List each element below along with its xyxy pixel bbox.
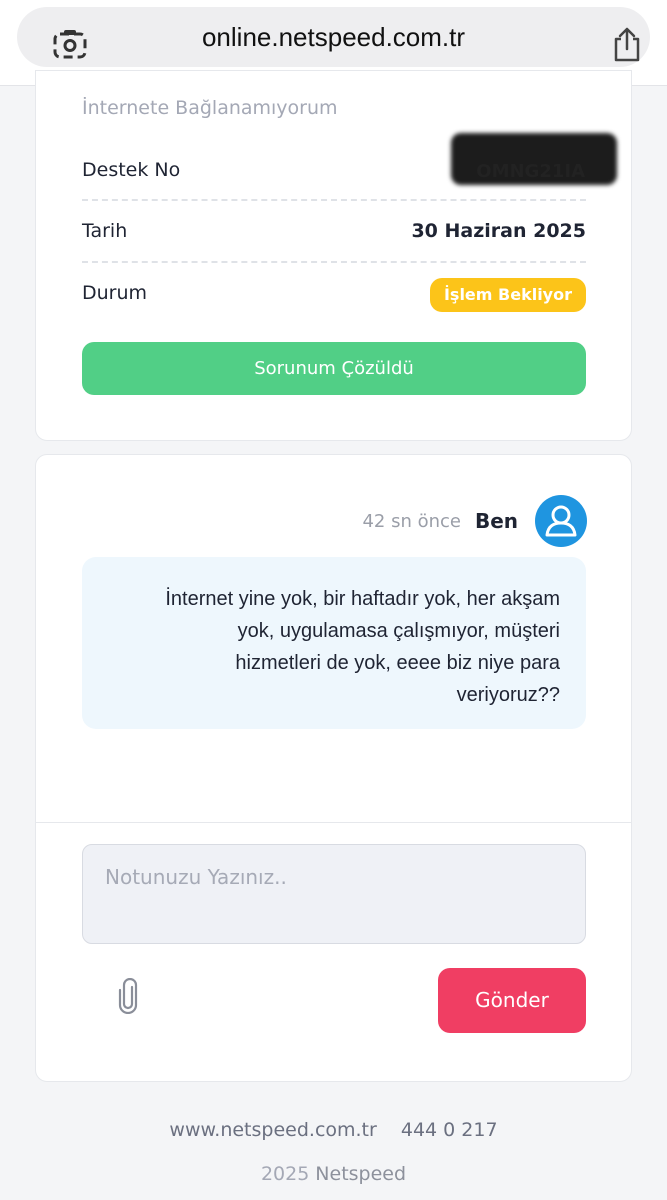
note-input[interactable] (82, 844, 586, 944)
footer-year: 2025 (260, 1163, 310, 1185)
date-label: Tarih (82, 220, 128, 242)
support-no-label: Destek No (82, 159, 181, 181)
message-line: yok, uygulamasa çalışmıyor, müşteri (237, 620, 560, 642)
ticket-subject: İnternete Bağlanamıyorum (82, 97, 338, 119)
date-row: Tarih 30 Haziran 2025 (82, 200, 586, 262)
footer-brand: Netspeed (315, 1163, 407, 1185)
footer-links: www.netspeed.com.tr 444 0 217 (0, 1119, 667, 1141)
support-no-value: OMNG21IA (476, 161, 585, 182)
status-label: Durum (82, 282, 148, 304)
address-bar[interactable]: online.netspeed.com.tr (17, 7, 650, 67)
status-badge: İşlem Bekliyor (429, 278, 586, 312)
send-button[interactable]: Gönder (438, 968, 586, 1033)
footer-website-link[interactable]: www.netspeed.com.tr (169, 1119, 376, 1141)
message-line: İnternet yine yok, bir haftadır yok, her… (165, 588, 560, 610)
chat-divider (36, 822, 631, 823)
status-row: Durum İşlem Bekliyor (82, 262, 586, 324)
share-icon[interactable] (611, 27, 643, 63)
message-time: 42 sn önce (362, 511, 461, 532)
message-line: hizmetleri de yok, eeee biz niye para (235, 652, 560, 674)
url-text[interactable]: online.netspeed.com.tr (17, 7, 650, 67)
chat-card: 42 sn önce Ben İnternet yine yok, bir ha… (35, 454, 632, 1082)
message-line: veriyoruz?? (456, 684, 560, 706)
paperclip-icon[interactable] (116, 978, 140, 1014)
problem-solved-button[interactable]: Sorunum Çözüldü (82, 342, 586, 395)
ticket-card: İnternete Bağlanamıyorum Destek No OMNG2… (35, 70, 632, 441)
message-bubble: İnternet yine yok, bir haftadır yok, her… (82, 557, 586, 729)
message-author: Ben (474, 509, 518, 533)
footer-copyright: 2025 Netspeed (0, 1163, 667, 1185)
date-value: 30 Haziran 2025 (411, 220, 586, 242)
footer-phone[interactable]: 444 0 217 (401, 1119, 498, 1141)
user-avatar-icon (535, 495, 587, 547)
